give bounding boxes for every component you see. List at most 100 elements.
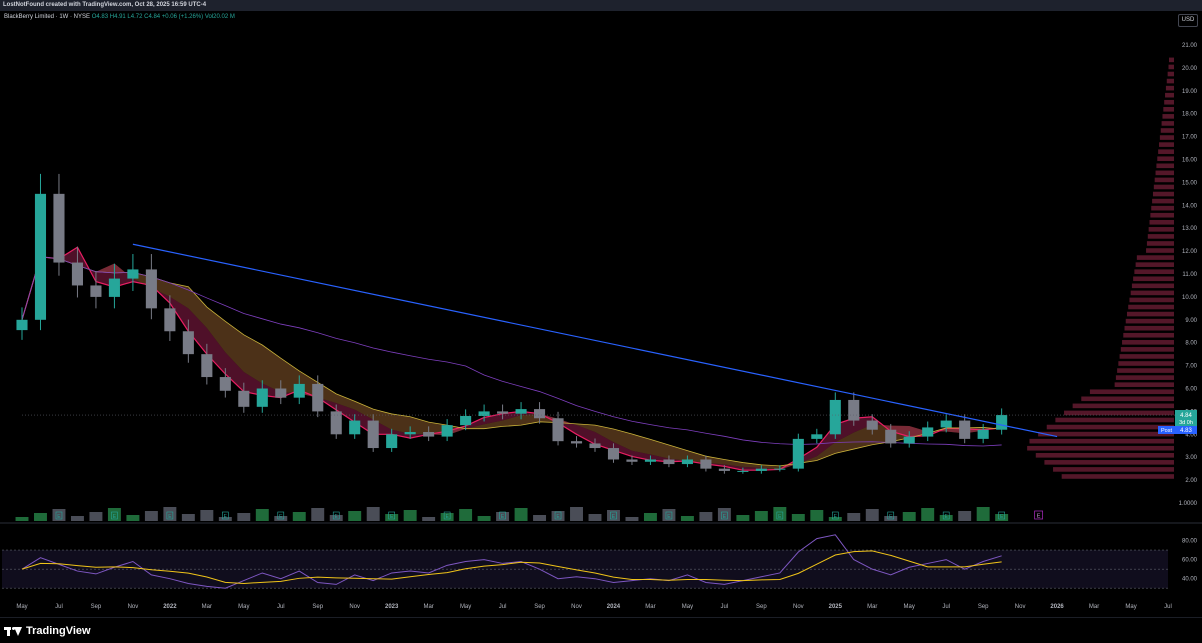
candle-body[interactable] xyxy=(996,415,1008,430)
candle-body[interactable] xyxy=(34,193,47,320)
volume-bar xyxy=(292,512,306,521)
volume-profile-row xyxy=(1153,184,1174,190)
candle-body[interactable] xyxy=(349,420,361,435)
volume-profile-row xyxy=(1128,304,1174,310)
volume-profile-row xyxy=(1166,78,1174,84)
candle-body[interactable] xyxy=(626,459,638,462)
candle-body[interactable] xyxy=(977,429,989,439)
candle-body[interactable] xyxy=(515,409,527,414)
volume-bar xyxy=(366,507,380,521)
volume-bar xyxy=(15,517,29,521)
price-axis-tick: 12.00 xyxy=(1182,249,1198,255)
candle-body[interactable] xyxy=(644,459,656,462)
candle-body[interactable] xyxy=(811,434,823,439)
currency-button[interactable]: USD xyxy=(1178,14,1198,27)
earnings-marker-upcoming[interactable]: E xyxy=(1034,510,1044,520)
candle-body[interactable] xyxy=(718,468,730,471)
time-axis-tick: 2024 xyxy=(607,604,621,610)
volume-profile-row xyxy=(1061,474,1174,479)
candle-body[interactable] xyxy=(367,420,379,449)
earnings-marker[interactable]: E xyxy=(222,511,229,520)
candle-body[interactable] xyxy=(552,418,564,442)
volume-bar xyxy=(311,508,325,521)
candle-body[interactable] xyxy=(90,285,102,297)
candle-body[interactable] xyxy=(256,388,268,407)
time-axis-tick: Sep xyxy=(91,604,102,610)
volume-profile-row xyxy=(1135,262,1174,267)
candle-body[interactable] xyxy=(885,429,897,444)
candle-body[interactable] xyxy=(275,388,287,398)
time-axis-tick: 2023 xyxy=(385,604,399,610)
price-axis-tick: 7.00 xyxy=(1185,364,1197,370)
candle-body[interactable] xyxy=(700,459,712,469)
volume-profile-row xyxy=(1149,219,1174,225)
volume-profile-row xyxy=(1151,205,1174,211)
candle-body[interactable] xyxy=(681,459,693,465)
candle-body[interactable] xyxy=(201,354,213,378)
candle-body[interactable] xyxy=(219,377,231,391)
chart-area[interactable]: EEEEEEEEEEEEEEEEEEE 21.00 20.00 19.00 18.00… xyxy=(0,11,1202,617)
candle-body[interactable] xyxy=(903,436,915,444)
time-axis-tick: 2025 xyxy=(829,604,843,610)
volume-profile-row xyxy=(1167,71,1174,77)
candle-body[interactable] xyxy=(497,411,509,414)
volume-profile-row xyxy=(1152,198,1174,204)
price-axis-tick: 1.0000 xyxy=(1179,501,1198,507)
price-axis-tick: 16.00 xyxy=(1182,158,1198,164)
ohlc-change: +0.06 (+1.26%) xyxy=(161,14,204,20)
candle-body[interactable] xyxy=(127,269,139,279)
candle-body[interactable] xyxy=(922,427,934,437)
candle-body[interactable] xyxy=(848,399,860,421)
volume-profile-row xyxy=(1129,297,1174,303)
time-axis-tick: Sep xyxy=(978,604,989,610)
candle-body[interactable] xyxy=(238,390,250,407)
candle-body[interactable] xyxy=(607,448,620,460)
candle-body[interactable] xyxy=(589,443,601,449)
candle-body[interactable] xyxy=(386,434,398,449)
candle-body[interactable] xyxy=(792,438,804,469)
price-axis-tick: 8.00 xyxy=(1185,341,1197,347)
trendlines[interactable] xyxy=(22,243,1175,438)
volume-bar xyxy=(237,513,251,521)
candle-body[interactable] xyxy=(460,415,472,426)
candle-body[interactable] xyxy=(959,420,971,439)
candle-body[interactable] xyxy=(164,308,176,332)
candle-body[interactable] xyxy=(774,468,786,470)
candle-body[interactable] xyxy=(570,441,583,444)
candle-body[interactable] xyxy=(663,459,675,465)
candle-body[interactable] xyxy=(829,399,841,435)
candle-body[interactable] xyxy=(404,432,416,435)
candle-body[interactable] xyxy=(145,269,157,309)
candle-body[interactable] xyxy=(71,262,83,286)
rsi-axis-tick: 40.00 xyxy=(1182,577,1198,583)
volume-bars xyxy=(15,507,1009,521)
candle-body[interactable] xyxy=(16,319,28,331)
volume-bar xyxy=(422,517,436,521)
candle-body[interactable] xyxy=(312,383,324,412)
time-axis-tick: Nov xyxy=(128,604,139,610)
earnings-marker[interactable]: E xyxy=(831,511,839,520)
volume-profile-row xyxy=(1152,191,1174,197)
time-axis-tick: Nov xyxy=(571,604,582,610)
volume-bar xyxy=(625,517,639,521)
candle-body[interactable] xyxy=(737,470,749,472)
price-axis-tick: 9.00 xyxy=(1185,318,1197,324)
candle-body[interactable] xyxy=(534,409,546,419)
candle-body[interactable] xyxy=(53,193,65,263)
candle-body[interactable] xyxy=(108,278,120,297)
volume-profile-row xyxy=(1117,368,1174,373)
trendline[interactable] xyxy=(132,243,1058,438)
attribution-bar: LostNotFound created with TradingView.co… xyxy=(0,0,1202,11)
candle-body[interactable] xyxy=(441,425,453,437)
candle-body[interactable] xyxy=(182,331,194,355)
symbol-title[interactable]: BlackBerry Limited · 1W · NYSE xyxy=(4,14,90,20)
candle-body[interactable] xyxy=(293,383,305,398)
price-chart[interactable]: EEEEEEEEEEEEEEEEEEE 21.0020.0019.0018.00… xyxy=(0,11,1202,617)
time-axis-tick: Jul xyxy=(1164,604,1172,610)
candle-body[interactable] xyxy=(866,420,878,430)
price-axis-tick: 14.00 xyxy=(1182,203,1198,209)
tradingview-logo[interactable]: TradingView xyxy=(4,624,91,638)
candle-body[interactable] xyxy=(755,468,767,471)
candle-body[interactable] xyxy=(940,420,952,428)
candle-body[interactable] xyxy=(423,432,435,437)
